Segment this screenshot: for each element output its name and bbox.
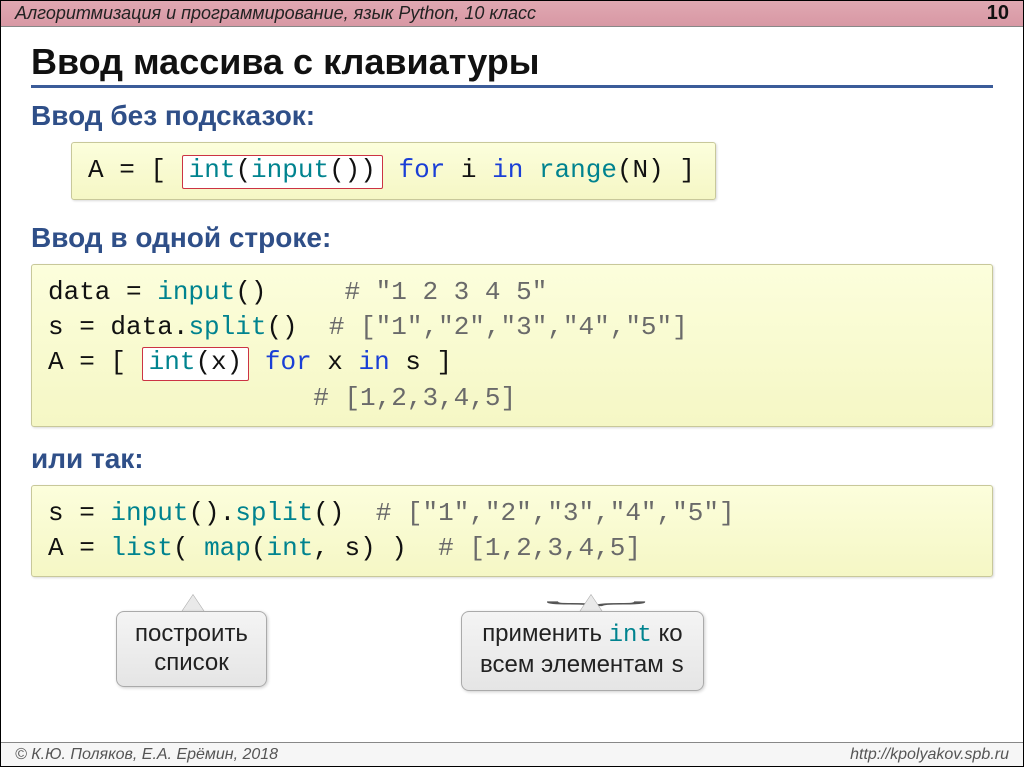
slide-footer: © К.Ю. Поляков, Е.А. Ерёмин, 2018 http:/… <box>1 742 1023 766</box>
code-comment: # "1 2 3 4 5" <box>266 277 547 307</box>
callout-text: применить <box>482 620 608 647</box>
code-text: ( <box>173 533 204 563</box>
code-block-3: s = input().split() # ["1","2","3","4","… <box>31 485 993 577</box>
code-keyword: for <box>265 347 312 377</box>
callout-right: применить int ко всем элементам s <box>461 611 704 691</box>
code-func: int <box>266 533 313 563</box>
code-func: list <box>110 533 172 563</box>
callout-text: список <box>154 649 229 676</box>
code-keyword: for <box>398 155 445 185</box>
section3-heading: или так: <box>31 443 993 475</box>
footer-copyright: © К.Ю. Поляков, Е.А. Ерёмин, 2018 <box>15 746 278 764</box>
code-text <box>383 155 399 185</box>
callout-text: построить <box>135 620 248 647</box>
main-title: Ввод массива с клавиатуры <box>31 41 993 83</box>
code-func: int <box>189 155 236 185</box>
callout-code: int <box>609 622 652 649</box>
code-comment: # [1,2,3,4,5] <box>407 533 641 563</box>
code-text: () <box>266 312 297 342</box>
header-title: Алгоритмизация и программирование, язык … <box>15 3 536 24</box>
code-text: data = <box>48 277 157 307</box>
code-text: s = <box>48 498 110 528</box>
code-text: (x) <box>195 347 242 377</box>
code-func: input <box>110 498 188 528</box>
code-text: A = [ <box>88 155 182 185</box>
code-text: () <box>235 277 266 307</box>
footer-url: http://kpolyakov.spb.ru <box>850 746 1009 764</box>
callout-text: ко <box>652 620 683 647</box>
code-text: ( <box>251 533 267 563</box>
code-func: split <box>235 498 313 528</box>
code-text: () <box>313 498 344 528</box>
slide-header: Алгоритмизация и программирование, язык … <box>1 1 1023 27</box>
callout-left: построить список <box>116 611 267 687</box>
code-text: s ] <box>390 347 452 377</box>
callout-row: построить список ⏟ применить int ко всем… <box>31 589 993 709</box>
code-text: , s) ) <box>313 533 407 563</box>
code-func: range <box>523 155 617 185</box>
section1-heading: Ввод без подсказок: <box>31 100 993 132</box>
code-comment: # ["1","2","3","4","5"] <box>344 498 734 528</box>
code-text <box>249 347 265 377</box>
code-comment: # [1,2,3,4,5] <box>48 383 516 413</box>
code-text: x <box>312 347 359 377</box>
page-number: 10 <box>987 2 1009 25</box>
code-func: input <box>251 155 329 185</box>
code-text: (N) ] <box>617 155 695 185</box>
slide-content: Ввод массива с клавиатуры Ввод без подск… <box>1 27 1023 709</box>
code-text: A = [ <box>48 347 142 377</box>
code-block-2: data = input() # "1 2 3 4 5" s = data.sp… <box>31 264 993 427</box>
section2-heading: Ввод в одной строке: <box>31 222 993 254</box>
code-comment: # ["1","2","3","4","5"] <box>298 312 688 342</box>
code-keyword: in <box>358 347 389 377</box>
callout-text: всем элементам <box>480 651 670 678</box>
code-func: input <box>157 277 235 307</box>
code-text: ( <box>235 155 251 185</box>
callout-code: s <box>670 653 684 680</box>
code-func: split <box>188 312 266 342</box>
code-text: A = <box>48 533 110 563</box>
code-text: ()) <box>329 155 376 185</box>
code-func: map <box>204 533 251 563</box>
code-keyword: in <box>492 155 523 185</box>
highlight-box: int(x) <box>142 347 250 381</box>
code-text: i <box>445 155 492 185</box>
highlight-box: int(input()) <box>182 155 383 189</box>
code-block-1: A = [ int(input()) for i in range(N) ] <box>71 142 716 200</box>
code-text: s = data. <box>48 312 188 342</box>
code-func: int <box>149 347 196 377</box>
title-underline <box>31 85 993 88</box>
code-text: (). <box>188 498 235 528</box>
